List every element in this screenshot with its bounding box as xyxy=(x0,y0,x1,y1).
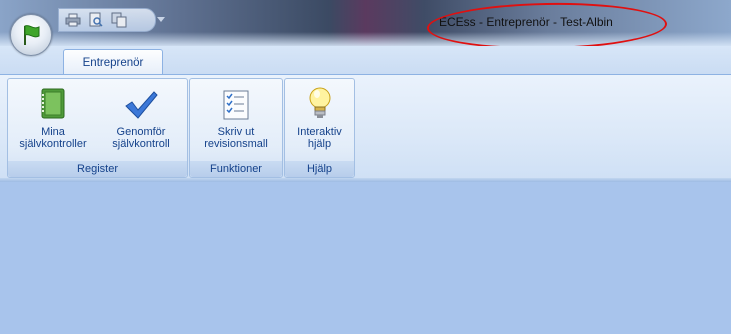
genomfor-sjalvkontroll-button[interactable]: Genomför självkontroll xyxy=(98,82,184,156)
button-label: Skriv ut xyxy=(217,126,255,138)
print-icon[interactable] xyxy=(63,11,83,29)
flag-icon xyxy=(24,25,40,45)
mina-sjalvkontroller-button[interactable]: Mina självkontroller xyxy=(9,82,97,156)
ribbon: Mina självkontroller Genomför självkontr… xyxy=(0,74,731,179)
group-label-hjalp: Hjälp xyxy=(285,161,354,177)
group-label-funktioner: Funktioner xyxy=(190,161,282,177)
tab-entreprenor[interactable]: Entreprenör xyxy=(63,49,163,75)
button-label: självkontroller xyxy=(19,138,87,150)
button-label: revisionsmall xyxy=(204,138,268,150)
copy-icon[interactable] xyxy=(109,11,129,29)
lightbulb-icon xyxy=(286,82,353,120)
application-menu-button[interactable] xyxy=(10,14,52,56)
interaktiv-hjalp-button[interactable]: Interaktiv hjälp xyxy=(286,82,353,156)
group-label-register: Register xyxy=(8,161,187,177)
skriv-ut-revisionsmall-button[interactable]: Skriv ut revisionsmall xyxy=(191,82,281,156)
group-hjalp: Interaktiv hjälp Hjälp xyxy=(284,78,355,178)
group-funktioner: Skriv ut revisionsmall Funktioner xyxy=(189,78,283,178)
button-label: Genomför xyxy=(116,126,166,138)
print-preview-icon[interactable] xyxy=(86,11,106,29)
book-icon xyxy=(9,82,97,120)
tab-row: Entreprenör xyxy=(0,46,731,75)
main-content-area[interactable] xyxy=(0,182,731,334)
button-label: Interaktiv xyxy=(297,126,342,138)
checkmark-icon xyxy=(98,82,184,120)
button-label: självkontroll xyxy=(112,138,170,150)
group-register: Mina självkontroller Genomför självkontr… xyxy=(7,78,188,178)
button-label: hjälp xyxy=(307,138,332,150)
quick-access-toolbar xyxy=(58,8,156,32)
button-label: Mina xyxy=(41,126,65,138)
checklist-icon xyxy=(191,82,281,120)
customize-dropdown-icon[interactable] xyxy=(157,14,165,26)
